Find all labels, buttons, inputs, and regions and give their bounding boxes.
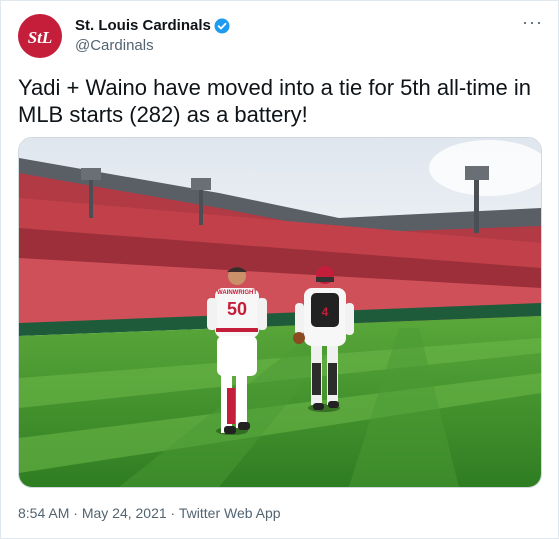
svg-text:StL: StL — [28, 28, 53, 47]
cardinals-logo-icon: StL — [28, 28, 53, 47]
tweet-text: Yadi + Waino have moved into a tie for 5… — [18, 75, 531, 127]
tweet-time[interactable]: 8:54 AM — [18, 505, 69, 521]
svg-text:50: 50 — [227, 299, 247, 319]
handle[interactable]: @Cardinals — [75, 37, 154, 54]
display-name[interactable]: St. Louis Cardinals — [75, 17, 211, 34]
separator: · — [166, 505, 179, 521]
tweet-photo[interactable]: WAINWRIGHT 50 4 — [18, 137, 542, 488]
verified-badge-icon — [214, 18, 230, 33]
tweet-date[interactable]: May 24, 2021 — [82, 505, 167, 521]
svg-text:WAINWRIGHT: WAINWRIGHT — [217, 290, 257, 296]
stadium-photo: WAINWRIGHT 50 4 — [19, 138, 541, 487]
tweet-metadata: 8:54 AM · May 24, 2021 · Twitter Web App — [18, 505, 281, 521]
tweet-source[interactable]: Twitter Web App — [179, 505, 281, 521]
author-name-row[interactable]: St. Louis Cardinals — [75, 17, 230, 34]
more-options-icon[interactable]: ··· — [522, 12, 543, 33]
avatar[interactable]: StL — [18, 14, 62, 58]
svg-text:4: 4 — [322, 305, 329, 319]
separator: · — [69, 505, 82, 521]
